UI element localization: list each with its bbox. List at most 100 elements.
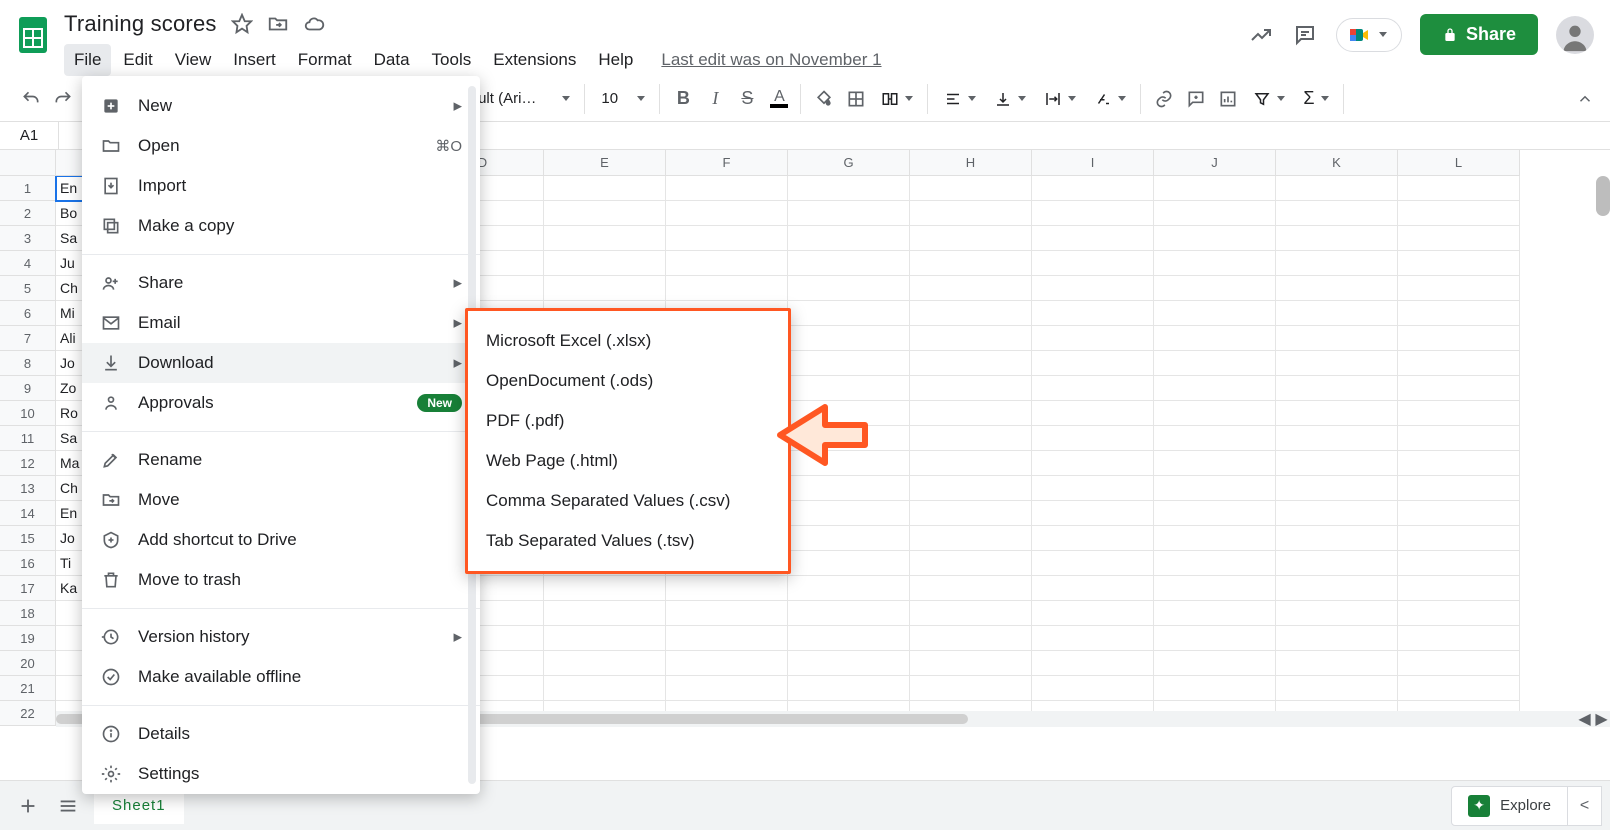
cell[interactable]	[1276, 601, 1398, 626]
menu-rename[interactable]: Rename	[82, 440, 480, 480]
explore-button[interactable]: ✦ Explore	[1451, 786, 1568, 826]
insert-link-button[interactable]	[1149, 84, 1179, 114]
cell[interactable]	[1276, 401, 1398, 426]
cell[interactable]	[1154, 501, 1276, 526]
cell[interactable]	[1398, 526, 1520, 551]
cell[interactable]	[1398, 301, 1520, 326]
cell[interactable]	[1398, 351, 1520, 376]
cell[interactable]	[788, 301, 910, 326]
select-all-corner[interactable]	[0, 150, 56, 176]
cell[interactable]	[788, 201, 910, 226]
cell[interactable]	[1276, 501, 1398, 526]
cell[interactable]	[666, 626, 788, 651]
cell[interactable]	[1276, 326, 1398, 351]
cell[interactable]	[788, 176, 910, 201]
cell[interactable]	[1154, 426, 1276, 451]
cell[interactable]	[1398, 426, 1520, 451]
cell[interactable]	[666, 226, 788, 251]
italic-button[interactable]: I	[700, 84, 730, 114]
cell[interactable]	[910, 576, 1032, 601]
menu-help[interactable]: Help	[588, 44, 643, 76]
cell[interactable]	[1398, 651, 1520, 676]
cell[interactable]	[1154, 276, 1276, 301]
cell[interactable]	[910, 426, 1032, 451]
cell[interactable]	[544, 176, 666, 201]
column-header[interactable]: J	[1154, 150, 1276, 176]
row-header[interactable]: 21	[0, 676, 56, 701]
menu-insert[interactable]: Insert	[223, 44, 286, 76]
cell[interactable]	[544, 601, 666, 626]
row-header[interactable]: 11	[0, 426, 56, 451]
cell[interactable]	[1032, 551, 1154, 576]
menu-move[interactable]: Move	[82, 480, 480, 520]
row-header[interactable]: 6	[0, 301, 56, 326]
cell[interactable]	[1276, 626, 1398, 651]
cell[interactable]	[1032, 501, 1154, 526]
cell[interactable]	[910, 451, 1032, 476]
row-header[interactable]: 12	[0, 451, 56, 476]
cell[interactable]	[788, 426, 910, 451]
row-header[interactable]: 18	[0, 601, 56, 626]
cell[interactable]	[910, 301, 1032, 326]
cell[interactable]	[1154, 176, 1276, 201]
menu-download[interactable]: Download▸	[82, 343, 480, 383]
cell[interactable]	[666, 276, 788, 301]
menu-add-shortcut[interactable]: Add shortcut to Drive	[82, 520, 480, 560]
cell[interactable]	[1398, 676, 1520, 701]
download-html[interactable]: Web Page (.html)	[468, 441, 788, 481]
menu-new[interactable]: New▸	[82, 86, 480, 126]
horizontal-align-button[interactable]	[936, 84, 984, 114]
redo-button[interactable]	[48, 84, 78, 114]
side-panel-toggle[interactable]: <	[1568, 786, 1602, 826]
cell[interactable]	[910, 351, 1032, 376]
cell[interactable]	[1276, 551, 1398, 576]
cell[interactable]	[544, 201, 666, 226]
cell[interactable]	[910, 401, 1032, 426]
cell[interactable]	[1154, 451, 1276, 476]
cell[interactable]	[1398, 226, 1520, 251]
cell[interactable]	[910, 276, 1032, 301]
column-header[interactable]: L	[1398, 150, 1520, 176]
cell[interactable]	[1276, 376, 1398, 401]
scroll-right-button[interactable]: ▶	[1593, 711, 1610, 727]
cell[interactable]	[910, 226, 1032, 251]
row-header[interactable]: 16	[0, 551, 56, 576]
column-header[interactable]: H	[910, 150, 1032, 176]
cell[interactable]	[788, 526, 910, 551]
cell[interactable]	[1154, 226, 1276, 251]
bold-button[interactable]: B	[668, 84, 698, 114]
menu-extensions[interactable]: Extensions	[483, 44, 586, 76]
star-icon[interactable]	[231, 13, 253, 35]
insert-comment-button[interactable]	[1181, 84, 1211, 114]
cell[interactable]	[1276, 651, 1398, 676]
row-header[interactable]: 22	[0, 701, 56, 726]
cell[interactable]	[1032, 576, 1154, 601]
cell[interactable]	[1276, 351, 1398, 376]
cell[interactable]	[544, 651, 666, 676]
functions-button[interactable]: Σ	[1295, 84, 1336, 114]
cell[interactable]	[1032, 276, 1154, 301]
cell[interactable]	[910, 676, 1032, 701]
download-ods[interactable]: OpenDocument (.ods)	[468, 361, 788, 401]
row-header[interactable]: 8	[0, 351, 56, 376]
cell[interactable]	[1398, 551, 1520, 576]
cell[interactable]	[1154, 251, 1276, 276]
menu-version-history[interactable]: Version history▸	[82, 617, 480, 657]
cell[interactable]	[1154, 201, 1276, 226]
cell[interactable]	[1032, 326, 1154, 351]
move-folder-icon[interactable]	[267, 13, 289, 35]
cell[interactable]	[1032, 226, 1154, 251]
cell[interactable]	[910, 376, 1032, 401]
vertical-scrollbar[interactable]	[1596, 176, 1610, 216]
column-header[interactable]: G	[788, 150, 910, 176]
menu-email[interactable]: Email▸	[82, 303, 480, 343]
cell[interactable]	[1032, 301, 1154, 326]
cell[interactable]	[1398, 601, 1520, 626]
merge-cells-button[interactable]	[873, 84, 921, 114]
text-wrap-button[interactable]	[1036, 84, 1084, 114]
download-tsv[interactable]: Tab Separated Values (.tsv)	[468, 521, 788, 561]
cell[interactable]	[544, 226, 666, 251]
cell[interactable]	[666, 576, 788, 601]
row-header[interactable]: 17	[0, 576, 56, 601]
cloud-status-icon[interactable]	[303, 13, 325, 35]
